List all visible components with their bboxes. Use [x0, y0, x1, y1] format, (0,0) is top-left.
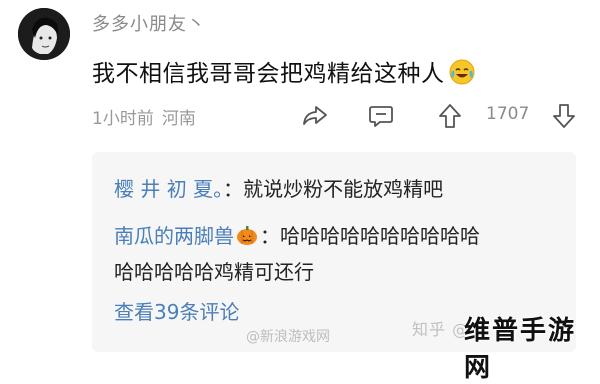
reply-separator: ： [260, 224, 280, 248]
avatar-illustration [18, 8, 70, 60]
comment-location: 河南 [161, 109, 196, 129]
laughing-crying-emoji-icon [449, 59, 475, 85]
comment-text: 我不相信我哥哥会把鸡精给这种人 [92, 54, 475, 88]
reply-author[interactable]: 南瓜的两脚兽 [114, 224, 234, 248]
pumpkin-icon [236, 224, 258, 246]
share-arrow-icon[interactable] [302, 104, 328, 128]
reply-text: 就说炒粉不能放鸡精吧 [243, 177, 444, 201]
reply-author[interactable]: 樱 井 初 夏。 [114, 177, 223, 201]
brand-watermark: 维普手游网 [464, 316, 577, 383]
reply-item[interactable]: 南瓜的两脚兽 ：哈哈哈哈哈哈哈哈哈哈 [114, 220, 480, 249]
comment-meta: 1小时前 河南 [92, 104, 196, 129]
reply-text: 哈哈哈哈哈哈哈哈哈哈 [280, 224, 480, 248]
username[interactable]: 多多小朋友丶 [92, 10, 206, 36]
comment-time: 1小时前 [92, 109, 154, 129]
like-count: 1707 [486, 104, 530, 124]
downvote-arrow-icon[interactable] [552, 103, 576, 129]
weibo-watermark: @新浪游戏网 [246, 329, 330, 345]
view-more-replies-link[interactable]: 查看39条评论 [114, 296, 239, 325]
reply-text-continued: 哈哈哈哈哈鸡精可还行 [114, 260, 314, 284]
reply-separator: ： [223, 177, 244, 201]
reply-item[interactable]: 樱 井 初 夏。：就说炒粉不能放鸡精吧 [114, 173, 443, 202]
comment-body: 我不相信我哥哥会把鸡精给这种人 [92, 61, 445, 87]
comment-bubble-icon[interactable] [368, 104, 394, 128]
upvote-arrow-icon[interactable] [438, 103, 462, 129]
avatar[interactable] [18, 8, 70, 60]
